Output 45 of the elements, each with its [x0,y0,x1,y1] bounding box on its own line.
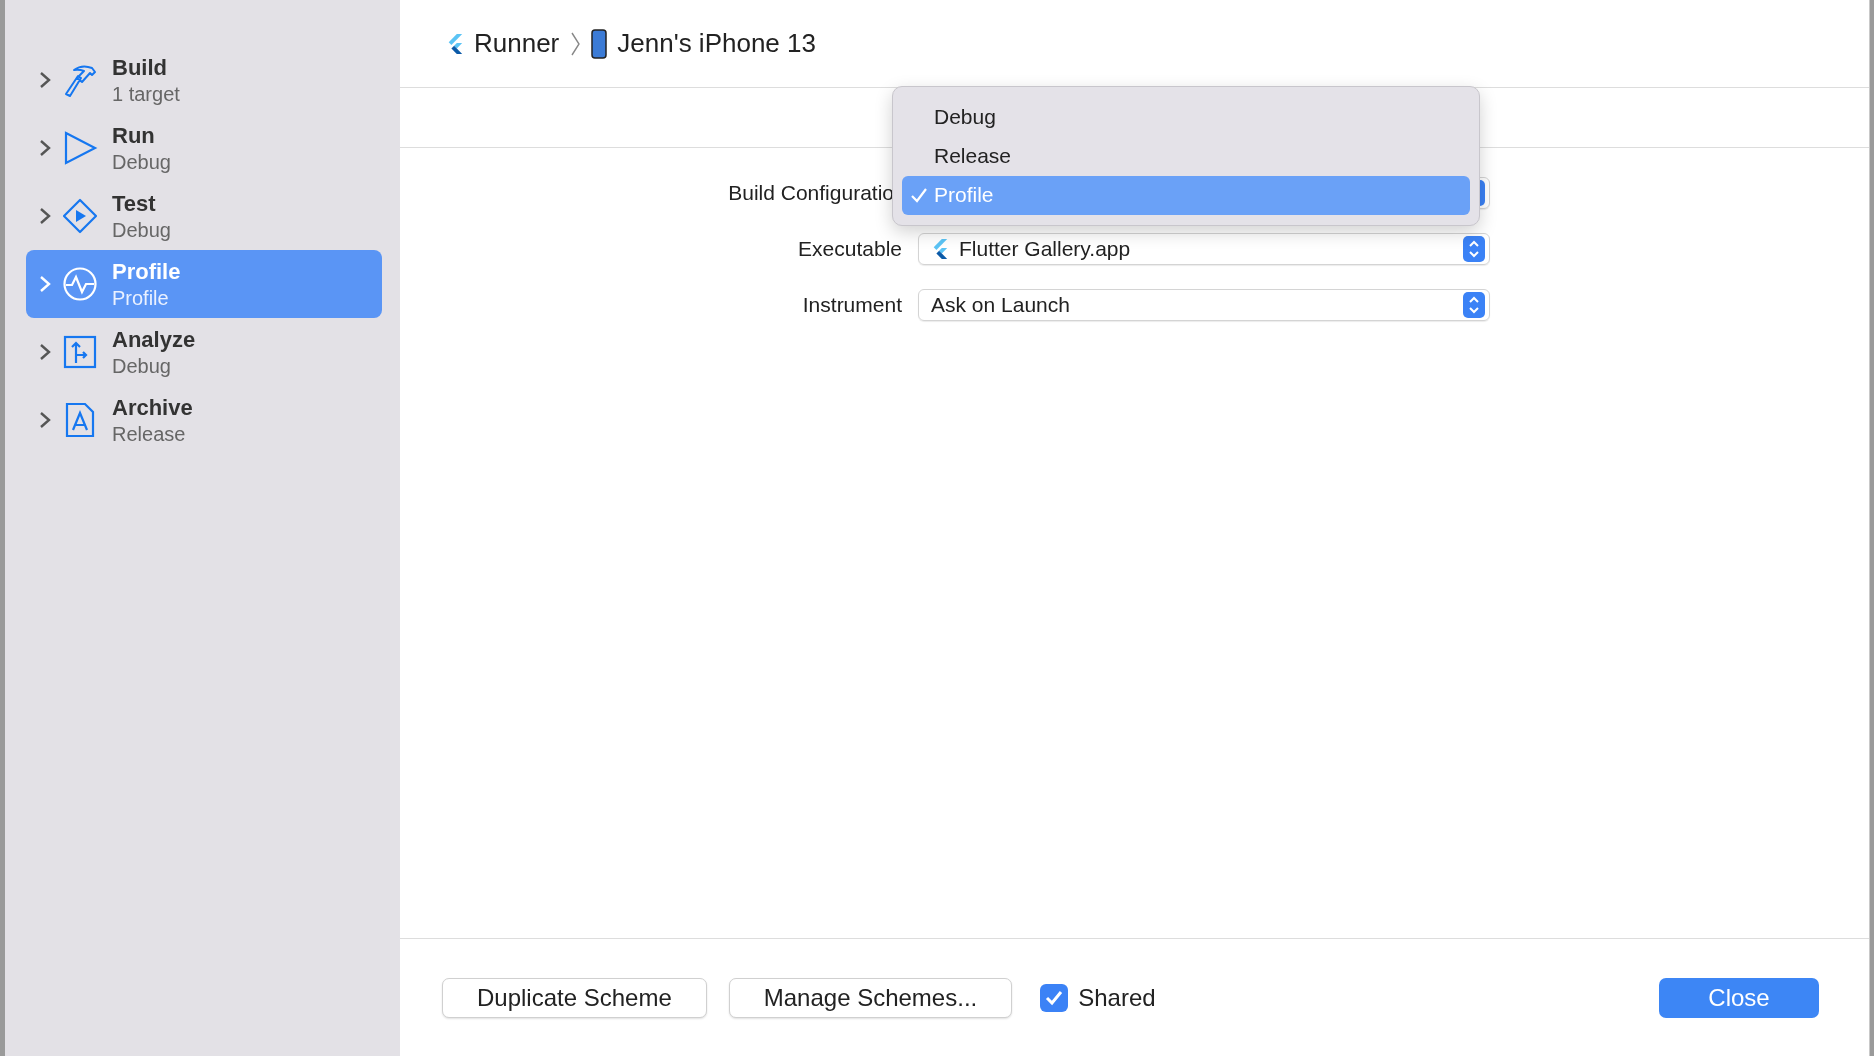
action-subtitle: 1 target [112,82,180,106]
scheme-action-item[interactable]: Build 1 target [26,46,382,114]
breadcrumb-item[interactable]: Runner [474,28,560,59]
action-subtitle: Profile [112,286,170,310]
action-subtitle: Debug [112,354,172,378]
chevron-icon[interactable] [38,71,52,89]
close-button[interactable]: Close [1659,977,1819,1018]
diamond-play-icon [62,198,98,234]
chevron-icon[interactable] [38,139,52,157]
scheme-button[interactable]: Duplicate Scheme [442,977,707,1018]
chevron-icon[interactable] [38,207,52,225]
action-title: Build [112,54,168,81]
flutter-icon [446,32,464,55]
action-title: Profile [112,258,181,285]
field-label: Build Configuratio [728,181,894,205]
action-title: Test [112,190,157,217]
scheme-action-item[interactable]: Archive Release [26,386,382,454]
scheme-action-item[interactable]: Test Debug [26,182,382,250]
action-title: Analyze [112,326,196,353]
chevron-icon[interactable] [38,275,52,293]
menu-item[interactable]: Debug [902,97,1470,137]
action-subtitle: Release [112,422,187,446]
field-label: Instrument [802,293,902,317]
flutter-icon [931,238,949,260]
breadcrumb-item[interactable]: Jenn's iPhone 13 [617,28,816,59]
action-subtitle: Debug [112,150,171,174]
scheme-button[interactable]: Manage Schemes... [728,977,1013,1018]
shared-checkbox[interactable] [1040,983,1069,1012]
scheme-action-item[interactable]: Analyze Debug [26,318,382,386]
scheme-action-item[interactable]: Run Debug [26,114,382,182]
hammer-icon [62,62,98,98]
phone-icon [591,28,608,59]
menu-item[interactable]: Release [902,136,1470,176]
action-title: Run [112,122,156,149]
pulse-icon [62,266,98,302]
field-label: Executable [798,237,902,261]
popup-button[interactable]: Ask on Launch [918,289,1490,321]
action-subtitle: Debug [112,218,171,242]
chevron-icon[interactable] [38,343,52,361]
play-icon [62,130,98,166]
action-title: Archive [112,394,193,421]
checkmark-icon [910,186,928,205]
checkbox-label: Shared [1078,983,1156,1012]
chevron-icon[interactable] [38,411,52,429]
popup-button[interactable]: Flutter Gallery.app [918,233,1490,265]
